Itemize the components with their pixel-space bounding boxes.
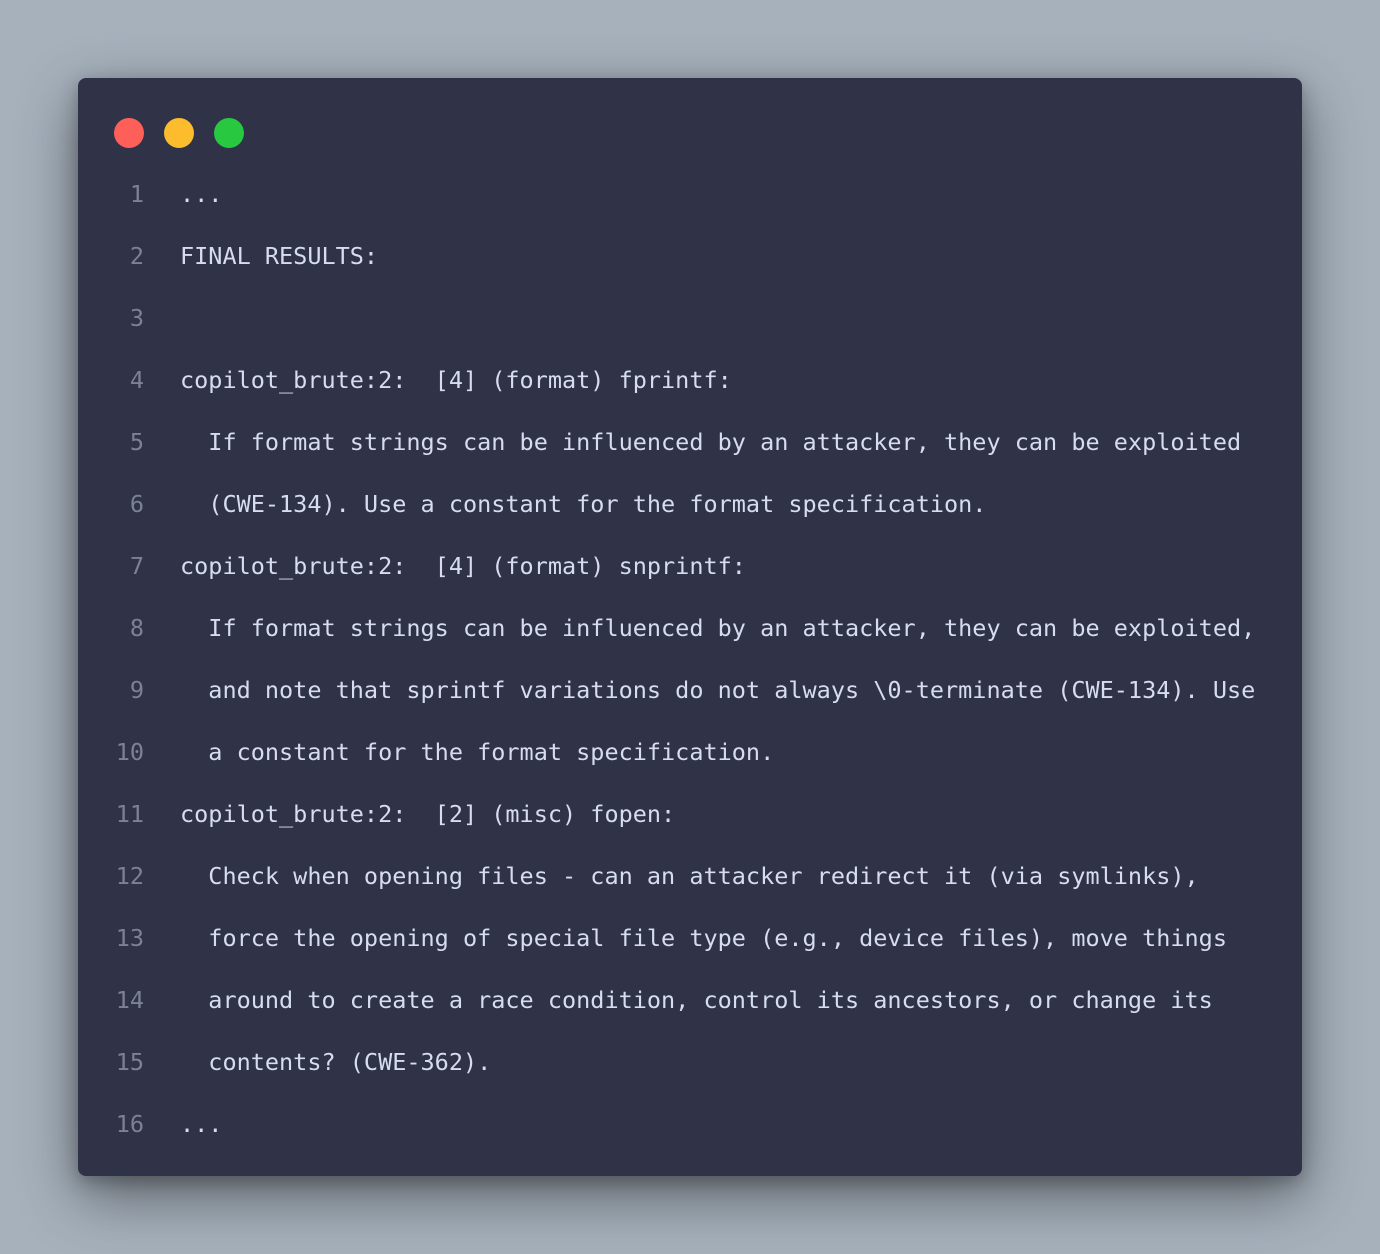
code-line: 2 FINAL RESULTS: <box>78 225 1302 287</box>
line-number: 13 <box>115 924 144 952</box>
code-line: 14 around to create a race condition, co… <box>78 969 1302 1031</box>
minimize-dot-icon[interactable] <box>164 118 194 148</box>
line-number: 5 <box>129 428 144 456</box>
code-line: 1... <box>78 163 1302 225</box>
code-line: 9 and note that sprintf variations do no… <box>78 659 1302 721</box>
line-text: ... <box>180 1110 223 1138</box>
line-number: 2 <box>129 242 144 270</box>
code-line: 12 Check when opening files - can an att… <box>78 845 1302 907</box>
close-dot-icon[interactable] <box>114 118 144 148</box>
line-text: FINAL RESULTS: <box>180 242 379 270</box>
line-number: 15 <box>115 1048 144 1076</box>
code-line: 5 If format strings can be influenced by… <box>78 411 1302 473</box>
line-text: force the opening of special file type (… <box>180 924 1227 952</box>
code-line: 4 copilot_brute:2: [4] (format) fprintf: <box>78 349 1302 411</box>
code-line: 16... <box>78 1093 1302 1155</box>
line-number: 3 <box>129 304 144 332</box>
line-text: copilot_brute:2: [4] (format) snprintf: <box>180 552 746 580</box>
line-number: 11 <box>115 800 144 828</box>
line-number: 6 <box>129 490 144 518</box>
line-number: 4 <box>129 366 144 394</box>
line-text: contents? (CWE-362). <box>180 1048 492 1076</box>
code-line: 10 a constant for the format specificati… <box>78 721 1302 783</box>
line-text: around to create a race condition, contr… <box>180 986 1213 1014</box>
line-text: a constant for the format specification. <box>180 738 775 766</box>
line-text: (CWE-134). Use a constant for the format… <box>180 490 987 518</box>
line-number: 9 <box>129 676 144 704</box>
code-line: 6 (CWE-134). Use a constant for the form… <box>78 473 1302 535</box>
code-line: 15 contents? (CWE-362). <box>78 1031 1302 1093</box>
line-number: 10 <box>115 738 144 766</box>
line-text: and note that sprintf variations do not … <box>180 676 1256 704</box>
line-number: 1 <box>129 180 144 208</box>
code-line: 8 If format strings can be influenced by… <box>78 597 1302 659</box>
maximize-dot-icon[interactable] <box>214 118 244 148</box>
line-text: If format strings can be influenced by a… <box>180 614 1256 642</box>
line-text: Check when opening files - can an attack… <box>180 862 1199 890</box>
line-number: 7 <box>129 552 144 580</box>
code-line: 3 <box>78 287 1302 349</box>
line-number: 14 <box>115 986 144 1014</box>
line-number: 12 <box>115 862 144 890</box>
line-text: copilot_brute:2: [2] (misc) fopen: <box>180 800 676 828</box>
line-text: If format strings can be influenced by a… <box>180 428 1242 456</box>
line-number: 8 <box>129 614 144 642</box>
code-window: 1... 2 FINAL RESULTS: 3 4 copilot_brute:2:… <box>78 78 1302 1176</box>
code-block: 1... 2 FINAL RESULTS: 3 4 copilot_brute:2:… <box>78 163 1302 1155</box>
line-text: copilot_brute:2: [4] (format) fprintf: <box>180 366 732 394</box>
code-line: 11 copilot_brute:2: [2] (misc) fopen: <box>78 783 1302 845</box>
code-line: 13 force the opening of special file typ… <box>78 907 1302 969</box>
line-number: 16 <box>115 1110 144 1138</box>
line-text: ... <box>180 180 223 208</box>
code-line: 7 copilot_brute:2: [4] (format) snprintf: <box>78 535 1302 597</box>
